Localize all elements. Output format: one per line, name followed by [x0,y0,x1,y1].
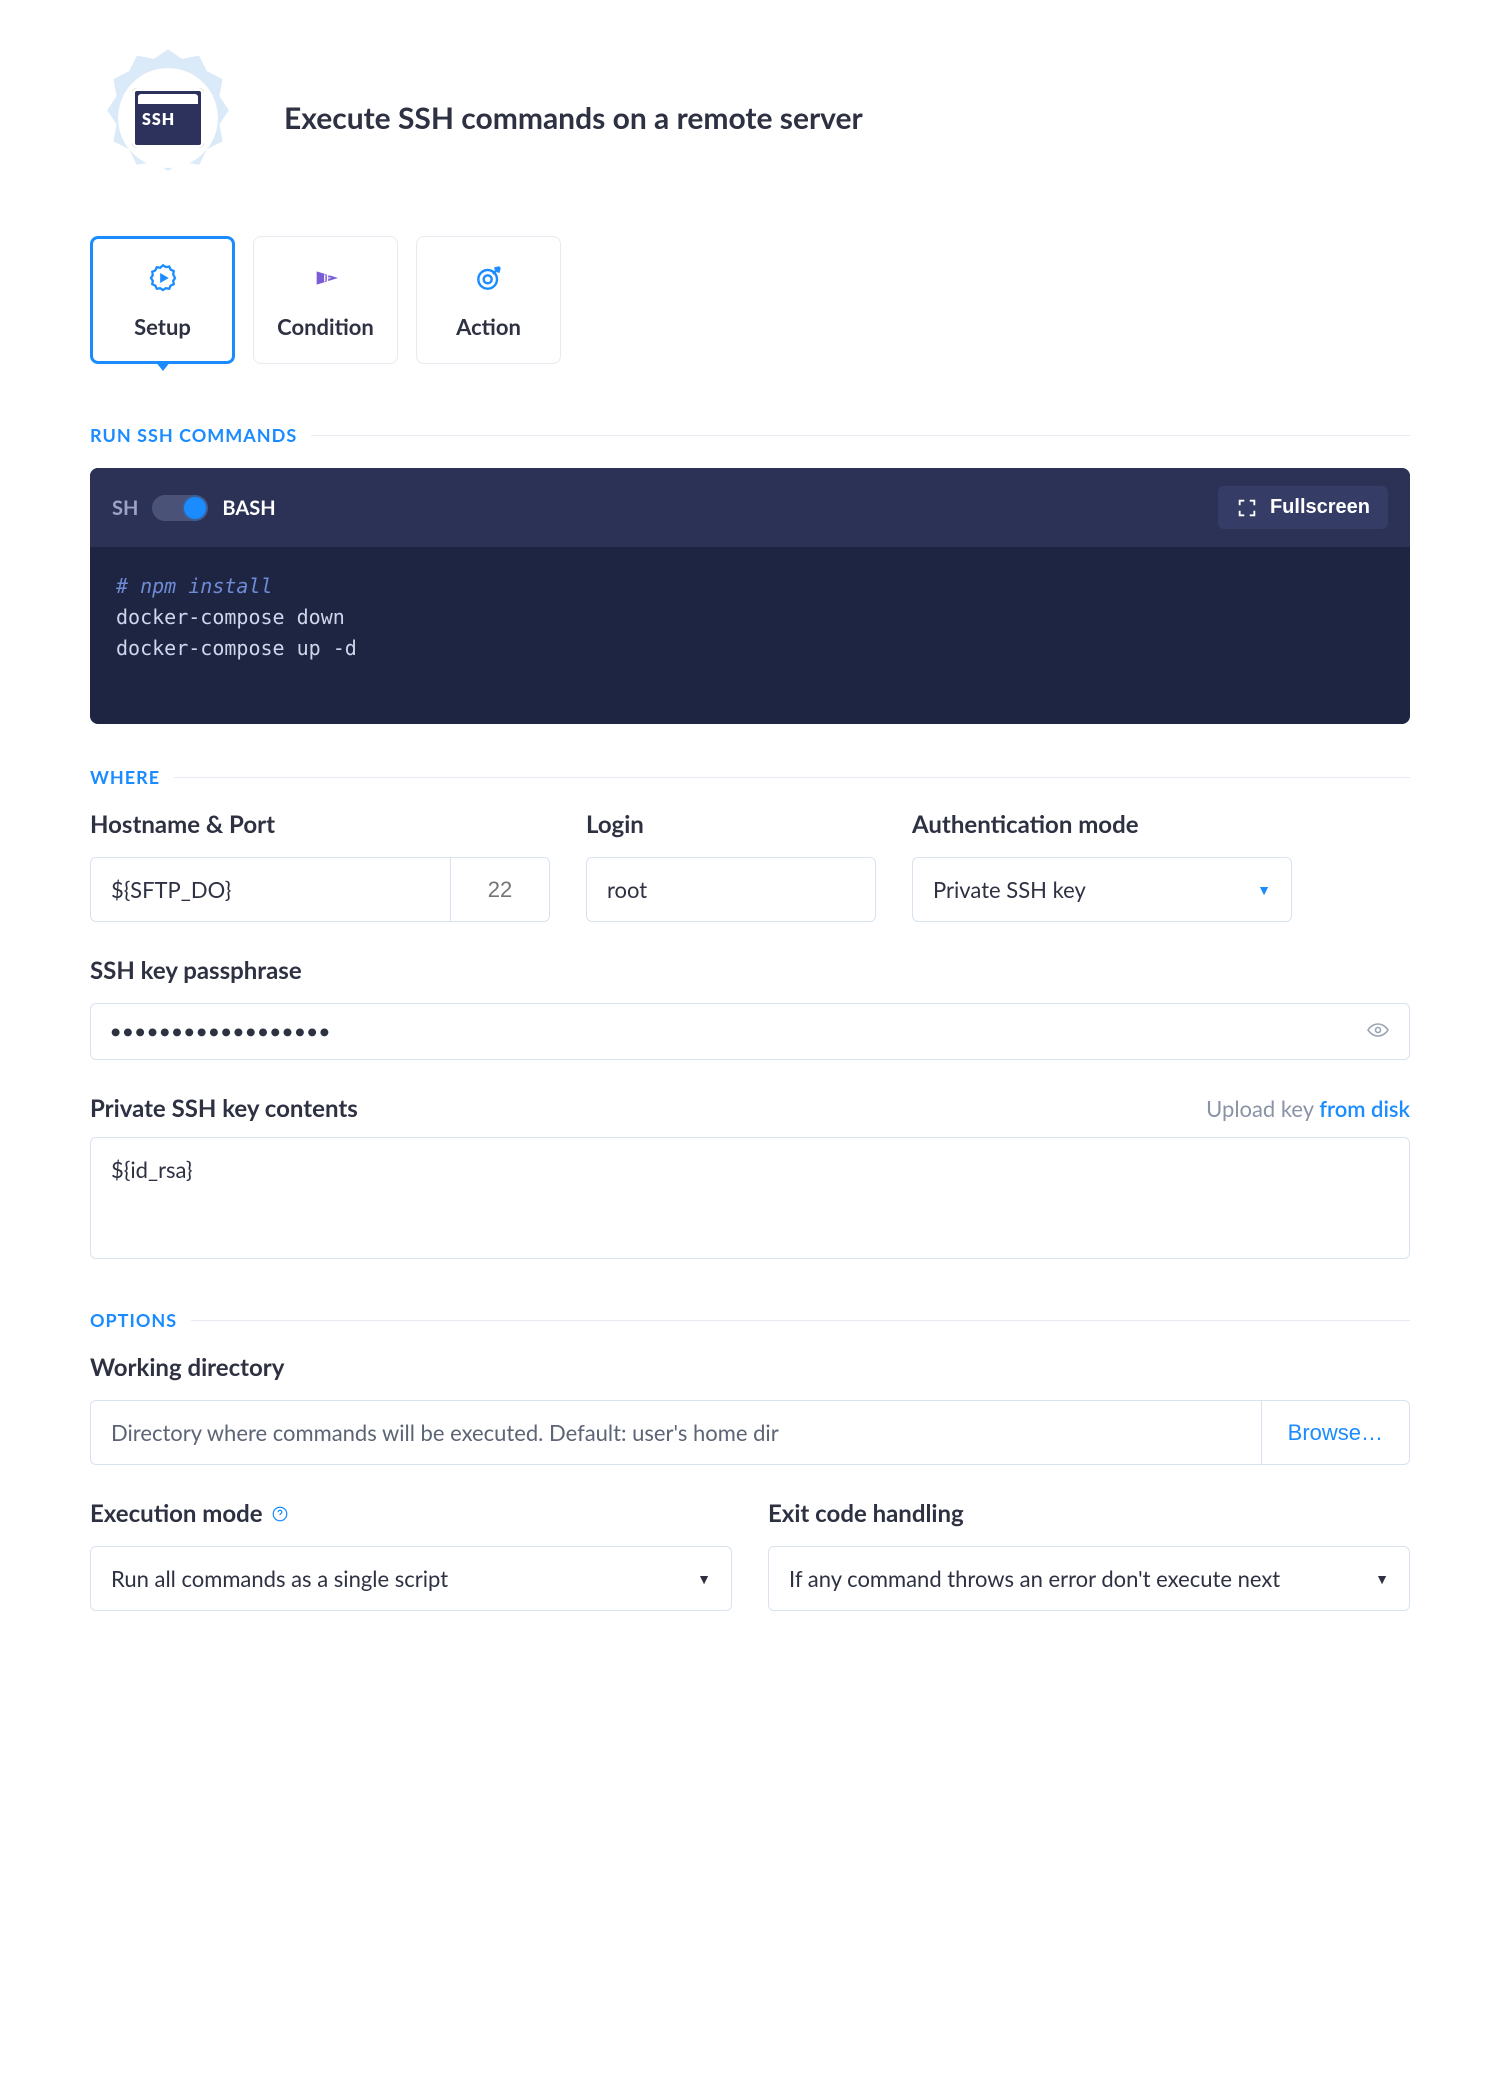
chevron-down-icon: ▼ [1375,1570,1389,1587]
auth-mode-label: Authentication mode [912,810,1292,839]
tab-action-label: Action [456,313,521,340]
section-label-text: WHERE [90,766,160,788]
ssh-tile-label: SSH [142,110,175,129]
login-input[interactable] [586,857,876,922]
page-title: Execute SSH commands on a remote server [284,100,863,136]
app-badge: SSH [90,40,246,196]
auth-mode-value: Private SSH key [933,876,1086,903]
target-icon [472,261,506,295]
ssh-tile-icon: SSH [132,88,204,148]
section-where: WHERE [90,766,1410,788]
execution-mode-label-text: Execution mode [90,1499,263,1528]
gear-play-icon [146,261,180,295]
working-dir-input[interactable] [90,1400,1261,1465]
execution-mode-value: Run all commands as a single script [111,1565,448,1592]
shell-toggle[interactable] [152,495,208,521]
code-editor[interactable]: # npm install docker-compose down docker… [90,547,1410,724]
tab-condition[interactable]: IF Condition [253,236,398,364]
hostname-port-group [90,857,550,922]
browse-button[interactable]: Browse… [1261,1400,1410,1465]
fullscreen-label: Fullscreen [1270,496,1370,519]
execution-mode-select[interactable]: Run all commands as a single script ▼ [90,1546,732,1611]
section-run-commands: RUN SSH COMMANDS [90,424,1410,446]
login-label: Login [586,810,876,839]
divider [191,1320,1410,1321]
exit-code-label: Exit code handling [768,1499,1410,1528]
exit-code-value: If any command throws an error don't exe… [789,1565,1280,1592]
code-panel: SH BASH Fullscreen # npm install docker-… [90,468,1410,724]
working-dir-label: Working directory [90,1353,1410,1382]
chevron-down-icon: ▼ [1257,881,1271,898]
exit-code-select[interactable]: If any command throws an error don't exe… [768,1546,1410,1611]
divider [311,435,1410,436]
chevron-down-icon: ▼ [697,1570,711,1587]
tab-bar: Setup IF Condition Action [90,236,1410,364]
code-line-3: docker-compose up -d [116,636,357,660]
help-icon[interactable] [271,1505,289,1523]
section-options: OPTIONS [90,1309,1410,1331]
upload-key-text: Upload key [1206,1095,1313,1122]
tab-setup[interactable]: Setup [90,236,235,364]
fullscreen-button[interactable]: Fullscreen [1218,486,1388,529]
code-line-2: docker-compose down [116,605,345,629]
ssh-key-textarea[interactable] [90,1137,1410,1259]
code-toolbar: SH BASH Fullscreen [90,468,1410,547]
section-label-text: OPTIONS [90,1309,177,1331]
tab-condition-label: Condition [277,313,374,340]
passphrase-input[interactable] [90,1003,1410,1060]
section-label-text: RUN SSH COMMANDS [90,424,297,446]
code-line-1: # npm install [116,574,273,598]
fullscreen-icon [1236,497,1258,519]
condition-icon: IF [309,261,343,295]
upload-key-hint: Upload key from disk [1206,1095,1410,1122]
sh-label: SH [112,496,138,520]
shell-toggle-group: SH BASH [112,495,276,521]
svg-text:IF: IF [323,272,331,283]
page-header: SSH Execute SSH commands on a remote ser… [90,40,1410,196]
eye-icon[interactable] [1366,1018,1390,1046]
hostname-input[interactable] [90,857,450,922]
upload-from-disk-link[interactable]: from disk [1319,1095,1410,1122]
auth-mode-select[interactable]: Private SSH key ▼ [912,857,1292,922]
bash-label: BASH [222,496,275,520]
hostname-label: Hostname & Port [90,810,550,839]
tab-setup-label: Setup [134,313,191,340]
execution-mode-label: Execution mode [90,1499,732,1528]
tab-action[interactable]: Action [416,236,561,364]
divider [174,777,1410,778]
ssh-key-label: Private SSH key contents [90,1094,358,1123]
port-input[interactable] [450,857,550,922]
passphrase-label: SSH key passphrase [90,956,1410,985]
